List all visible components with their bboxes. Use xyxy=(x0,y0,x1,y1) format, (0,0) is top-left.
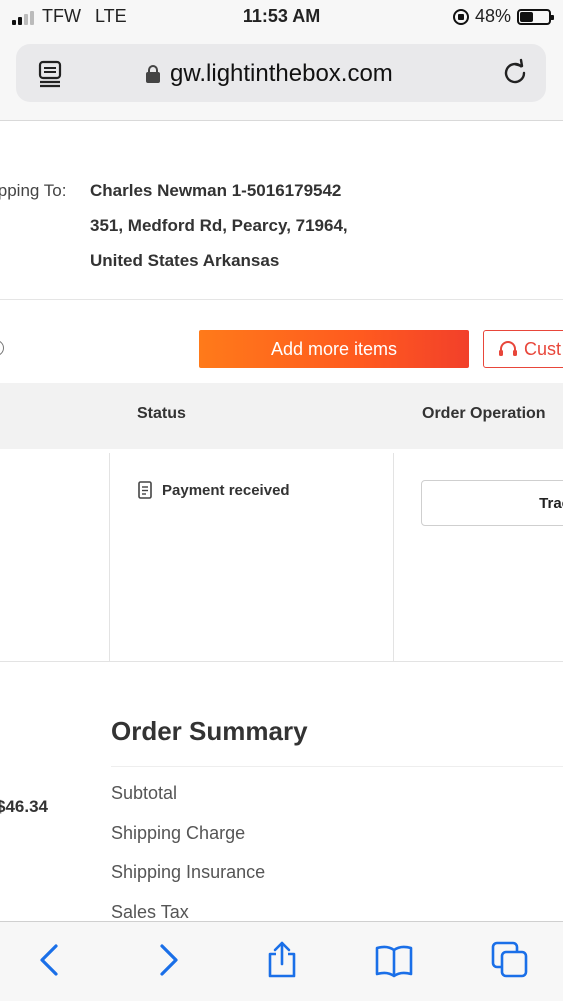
track-order-button[interactable]: Trac xyxy=(421,480,563,526)
book-icon[interactable] xyxy=(374,940,414,980)
web-page: ipping To: Charles Newman 1-5016179542 3… xyxy=(0,121,563,921)
order-status-text: Payment received xyxy=(162,481,290,499)
battery-icon xyxy=(517,8,554,25)
divider xyxy=(0,299,563,300)
battery-percent: 48% xyxy=(474,6,511,26)
reader-mode-icon[interactable] xyxy=(38,60,64,88)
share-icon[interactable] xyxy=(262,940,302,980)
chevron-left-icon[interactable] xyxy=(30,940,70,980)
url-display[interactable]: gw.lightinthebox.com xyxy=(146,60,393,88)
header-status: Status xyxy=(137,405,186,422)
status-right: 48% xyxy=(452,6,554,27)
lock-icon xyxy=(146,65,160,83)
summary-shipping-charge-label: Shipping Charge xyxy=(111,822,246,843)
add-more-items-button[interactable]: Add more items xyxy=(199,330,469,368)
summary-shipping-insurance-label: Shipping Insurance xyxy=(111,862,266,882)
column-divider xyxy=(393,453,394,661)
customer-service-label: Cust xyxy=(524,338,562,359)
reload-icon[interactable] xyxy=(500,58,530,88)
order-table-row: Payment received Trac xyxy=(0,453,563,662)
summary-sales-tax-label: Sales Tax xyxy=(111,901,189,922)
browser-toolbar xyxy=(0,921,563,1001)
divider xyxy=(111,766,563,767)
column-divider xyxy=(109,453,110,661)
shipping-line-country: United States Arkansas xyxy=(90,251,280,270)
browser-address-area: gw.lightinthebox.com xyxy=(0,38,563,121)
shipping-line-street: 351, Medford Rd, Pearcy, 71964, xyxy=(90,216,348,235)
document-icon xyxy=(138,481,152,499)
tabs-icon[interactable] xyxy=(490,940,530,980)
header-order-operation: Order Operation xyxy=(422,405,546,422)
order-status: Payment received xyxy=(138,481,290,499)
chevron-right-icon[interactable] xyxy=(148,940,188,980)
info-icon[interactable] xyxy=(0,340,4,356)
order-table-header: Status Order Operation xyxy=(0,383,563,449)
customer-service-button[interactable]: Cust xyxy=(483,330,563,368)
summary-subtotal-label: Subtotal xyxy=(111,783,178,803)
shipping-label: ipping To: xyxy=(0,181,67,200)
orientation-lock-icon xyxy=(452,8,469,25)
shipping-address: Charles Newman 1-5016179542 351, Medford… xyxy=(90,181,510,286)
status-bar: TFW LTE 11:53 AM 48% xyxy=(0,0,563,38)
headset-icon xyxy=(499,341,517,356)
battery-fill xyxy=(520,11,534,22)
order-summary-lines: Subtotal Shipping Charge Shipping Insura… xyxy=(111,781,265,921)
url-text: gw.lightinthebox.com xyxy=(170,60,393,87)
item-price: $46.34 xyxy=(0,797,48,816)
shipping-line-name: Charles Newman 1-5016179542 xyxy=(90,181,342,200)
order-summary-title: Order Summary xyxy=(111,716,308,746)
address-bar[interactable]: gw.lightinthebox.com xyxy=(16,44,546,102)
